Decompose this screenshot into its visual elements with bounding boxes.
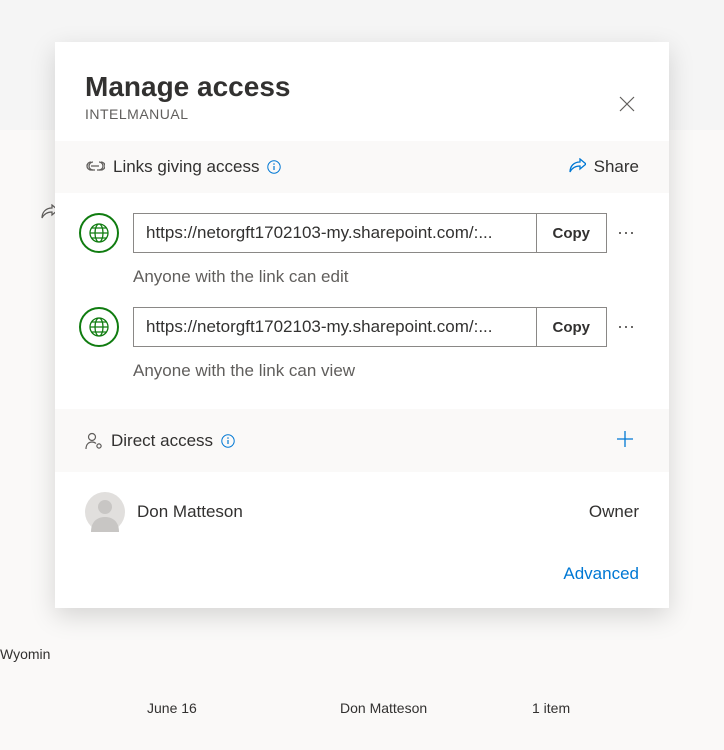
plus-icon xyxy=(615,429,635,449)
link-url-input[interactable] xyxy=(133,307,536,347)
globe-icon xyxy=(79,213,119,253)
copy-button[interactable]: Copy xyxy=(536,307,608,347)
share-icon xyxy=(568,158,586,176)
dialog-title: Manage access xyxy=(85,70,290,104)
link-row: Copy ⋯ Anyone with the link can edit xyxy=(55,193,669,287)
link-url-input[interactable] xyxy=(133,213,536,253)
manage-access-dialog: Manage access INTELMANUAL Links giving a… xyxy=(55,42,669,608)
bg-text: June 16 xyxy=(147,700,197,716)
links-section-header: Links giving access Share xyxy=(55,141,669,193)
more-options-button[interactable]: ⋯ xyxy=(607,317,639,338)
globe-icon xyxy=(79,307,119,347)
link-row: Copy ⋯ Anyone with the link can view xyxy=(55,287,669,381)
more-options-button[interactable]: ⋯ xyxy=(607,223,639,244)
bg-text: 1 item xyxy=(532,700,570,716)
ellipsis-icon: ⋯ xyxy=(617,317,635,337)
person-icon xyxy=(85,492,125,532)
link-description: Anyone with the link can view xyxy=(133,361,639,381)
person-name: Don Matteson xyxy=(137,502,243,522)
copy-button[interactable]: Copy xyxy=(536,213,608,253)
direct-access-section-header: Direct access xyxy=(55,409,669,472)
ellipsis-icon: ⋯ xyxy=(617,223,635,243)
person-row: Don Matteson Owner xyxy=(55,472,669,552)
bg-text: Wyomin xyxy=(0,646,50,662)
direct-access-title: Direct access xyxy=(111,431,213,451)
close-icon xyxy=(619,96,635,112)
info-icon[interactable] xyxy=(221,434,235,448)
avatar xyxy=(85,492,125,532)
dialog-subtitle: INTELMANUAL xyxy=(85,106,290,122)
share-button[interactable]: Share xyxy=(568,157,639,177)
info-icon[interactable] xyxy=(267,160,281,174)
share-label: Share xyxy=(594,157,639,177)
person-gear-icon xyxy=(85,432,103,450)
link-description: Anyone with the link can edit xyxy=(133,267,639,287)
close-button[interactable] xyxy=(611,88,643,123)
links-section-title: Links giving access xyxy=(113,157,259,177)
person-role: Owner xyxy=(589,502,639,522)
bg-text: Don Matteson xyxy=(340,700,427,716)
link-icon xyxy=(85,160,105,174)
advanced-button[interactable]: Advanced xyxy=(563,564,639,584)
add-person-button[interactable] xyxy=(611,425,639,456)
